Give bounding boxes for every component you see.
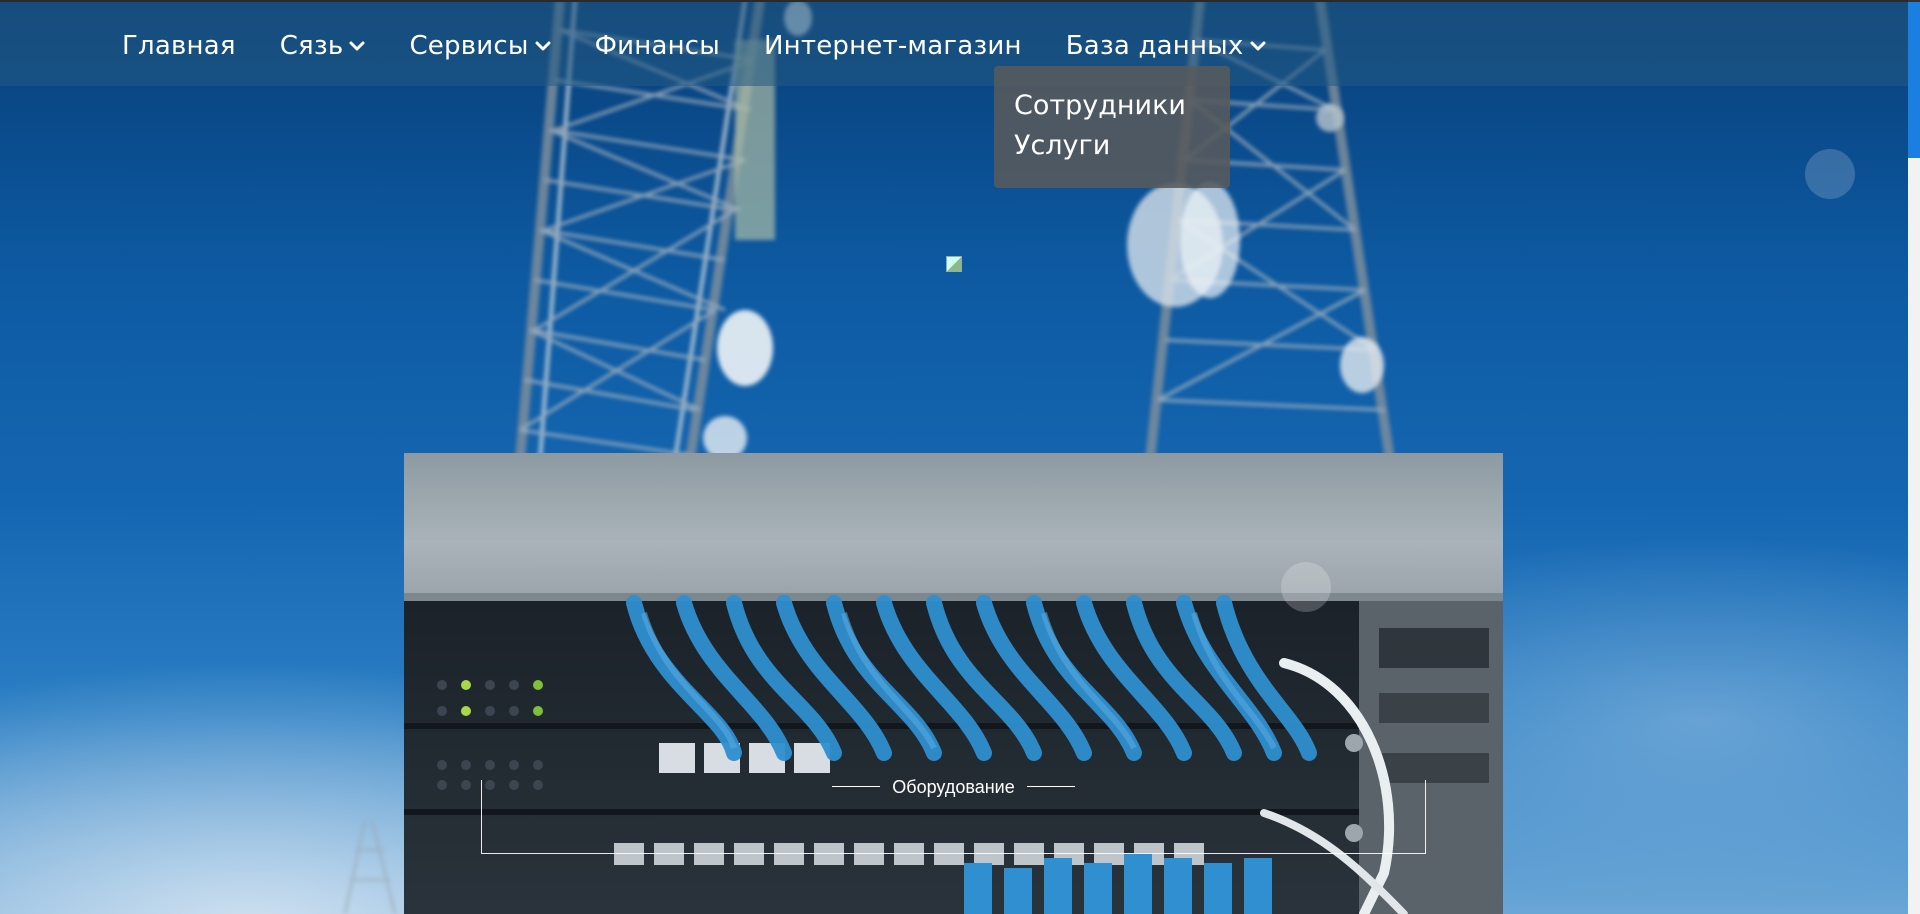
feature-caption-text: Оборудование [892, 776, 1015, 797]
decorative-circle [1281, 562, 1331, 612]
nav-item-label: Сязь [279, 31, 344, 61]
dropdown-item-employees[interactable]: Сотрудники [1014, 86, 1230, 126]
nav-item-online-store[interactable]: Интернет-магазин [764, 28, 1022, 64]
nav-item-home[interactable]: Главная [122, 28, 236, 64]
caption-rule-right [1026, 786, 1075, 787]
nav-item-label: База данных [1065, 31, 1244, 61]
nav-item-database[interactable]: База данных [1066, 28, 1266, 64]
chevron-down-icon [1250, 41, 1266, 51]
database-dropdown-menu: Сотрудники Услуги [994, 66, 1230, 188]
scrollbar-top-edge [1908, 0, 1920, 2]
broken-image-icon [946, 256, 962, 272]
top-navbar: Главная Сязь Сервисы Финансы Интернет-ма… [0, 0, 1908, 86]
dropdown-item-services[interactable]: Услуги [1014, 126, 1230, 166]
feature-caption: Оборудование [404, 771, 1503, 797]
nav-item-label: Главная [122, 31, 236, 61]
feature-card-equipment[interactable]: Оборудование [404, 453, 1503, 914]
chevron-down-icon [535, 41, 551, 51]
nav-item-finance[interactable]: Финансы [595, 28, 720, 64]
caption-rule-left [832, 786, 881, 787]
nav-item-label: Интернет-магазин [764, 31, 1022, 61]
nav-item-label: Сервисы [409, 31, 529, 61]
scrollbar-thumb[interactable] [1908, 0, 1920, 158]
nav-item-services[interactable]: Сервисы [409, 28, 551, 64]
chevron-down-icon [349, 41, 365, 51]
nav-item-label: Финансы [594, 31, 720, 61]
decorative-circle [1805, 149, 1855, 199]
nav-menu: Главная Сязь Сервисы Финансы Интернет-ма… [122, 28, 1310, 64]
nav-item-communication[interactable]: Сязь [280, 28, 366, 64]
